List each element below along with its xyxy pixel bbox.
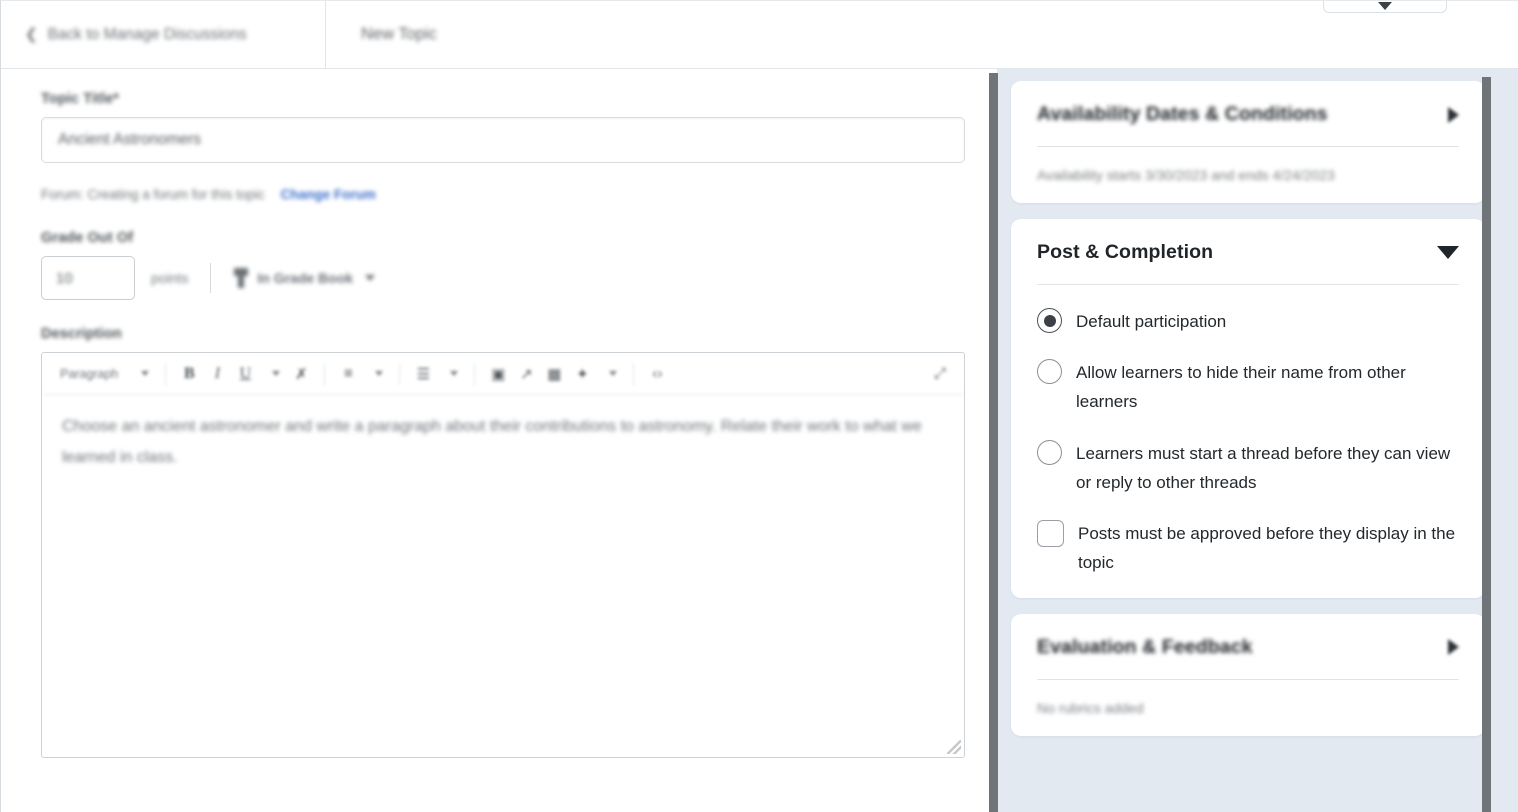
settings-side-panel: Availability Dates & Conditions Availabi… xyxy=(997,69,1518,812)
evaluation-card-title: Evaluation & Feedback xyxy=(1037,635,1253,658)
card-divider xyxy=(1037,284,1459,285)
italic-icon[interactable]: I xyxy=(203,359,231,389)
bulleted-list-icon[interactable]: ☰ xyxy=(409,359,437,389)
description-rich-text-editor[interactable]: Paragraph B I U ✗ ≡ ☰ ▣ ↗ ▦ ✦ ‹› ⤢ Choos… xyxy=(41,352,965,758)
align-caret-icon[interactable] xyxy=(362,359,390,389)
chevron-right-icon[interactable] xyxy=(1448,639,1459,656)
insert-more-icon[interactable]: ✦ xyxy=(568,359,596,389)
style-caret-icon[interactable] xyxy=(128,359,156,389)
option-must-start-thread[interactable]: Learners must start a thread before they… xyxy=(1037,439,1459,497)
evaluation-card-header[interactable]: Evaluation & Feedback xyxy=(1037,636,1459,659)
insert-more-caret-icon[interactable] xyxy=(596,359,624,389)
checkbox[interactable] xyxy=(1037,520,1064,548)
editor-toolbar: Paragraph B I U ✗ ≡ ☰ ▣ ↗ ▦ ✦ ‹› ⤢ xyxy=(42,353,964,395)
option-label: Learners must start a thread before they… xyxy=(1076,443,1451,492)
option-default-participation[interactable]: Default participation xyxy=(1037,307,1459,336)
grade-divider xyxy=(210,263,212,293)
topic-title-input[interactable]: Ancient Astronomers xyxy=(41,117,965,163)
insert-table-icon[interactable]: ▦ xyxy=(540,359,568,389)
fullscreen-icon[interactable]: ⤢ xyxy=(926,359,954,389)
toolbar-separator xyxy=(399,362,401,385)
radio-button[interactable] xyxy=(1037,359,1062,385)
post-completion-card-title: Post & Completion xyxy=(1037,241,1214,263)
chevron-down-icon[interactable] xyxy=(1437,246,1459,259)
availability-card-title: Availability Dates & Conditions xyxy=(1037,103,1328,125)
toolbar-separator xyxy=(324,362,326,385)
chevron-down-icon xyxy=(365,275,376,281)
availability-card-header[interactable]: Availability Dates & Conditions xyxy=(1037,103,1459,126)
description-editor-body[interactable]: Choose an ancient astronomer and write a… xyxy=(42,395,964,489)
page-title: New Topic xyxy=(361,25,437,43)
option-label: Posts must be approved before they displ… xyxy=(1078,524,1456,573)
left-pane-scrollbar[interactable] xyxy=(989,73,998,812)
grade-book-icon xyxy=(233,268,250,288)
radio-button[interactable] xyxy=(1037,439,1062,465)
evaluation-feedback-card[interactable]: Evaluation & Feedback No rubrics added xyxy=(1011,613,1485,736)
underline-icon[interactable]: U xyxy=(231,359,259,389)
forum-row: Forum: Creating a forum for this topic C… xyxy=(41,187,965,202)
forum-description: Forum: Creating a forum for this topic xyxy=(41,187,265,202)
back-button-label: Back to Manage Discussions xyxy=(47,25,247,43)
align-left-icon[interactable]: ≡ xyxy=(334,359,362,389)
chevron-right-icon[interactable] xyxy=(1448,106,1459,123)
option-hide-name[interactable]: Allow learners to hide their name from o… xyxy=(1037,358,1459,416)
availability-dates-card[interactable]: Availability Dates & Conditions Availabi… xyxy=(1011,81,1485,203)
availability-summary: Availability starts 3/30/2023 and ends 4… xyxy=(1037,167,1335,183)
post-completion-card: Post & Completion Default participation … xyxy=(1011,219,1485,598)
grade-row: 10 points In Grade Book xyxy=(41,256,965,300)
option-label: Default participation xyxy=(1076,312,1227,331)
paragraph-style-dropdown[interactable]: Paragraph xyxy=(52,359,128,389)
option-posts-approved[interactable]: Posts must be approved before they displ… xyxy=(1037,519,1459,577)
chevron-down-icon xyxy=(1378,2,1392,10)
back-to-manage-discussions-button[interactable]: ❮ Back to Manage Discussions xyxy=(17,1,325,68)
html-source-icon[interactable]: ‹› xyxy=(643,359,671,389)
paragraph-style-label: Paragraph xyxy=(60,366,119,381)
toolbar-separator xyxy=(633,362,635,385)
discussion-topic-editor-page: ❮ Back to Manage Discussions New Topic T… xyxy=(0,0,1518,812)
bold-icon[interactable]: B xyxy=(175,359,203,389)
card-divider xyxy=(1037,146,1459,147)
right-panel-scrollbar[interactable] xyxy=(1482,77,1491,812)
topbar: ❮ Back to Manage Discussions New Topic xyxy=(1,1,1518,69)
resize-grip-icon[interactable] xyxy=(947,740,961,754)
card-divider xyxy=(1037,678,1459,680)
topbar-action-dropdown-button[interactable] xyxy=(1323,1,1447,13)
toolbar-separator xyxy=(474,362,476,385)
points-label: points xyxy=(151,270,189,286)
change-forum-link[interactable]: Change Forum xyxy=(281,187,376,202)
toolbar-separator xyxy=(165,362,167,385)
radio-button[interactable] xyxy=(1037,308,1062,333)
underline-caret-icon[interactable] xyxy=(259,359,287,389)
in-grade-book-dropdown[interactable]: In Grade Book xyxy=(233,268,376,288)
in-grade-book-label: In Grade Book xyxy=(257,270,354,286)
grade-out-of-input[interactable]: 10 xyxy=(41,256,135,300)
description-label: Description xyxy=(41,326,122,342)
insert-image-icon[interactable]: ▣ xyxy=(484,359,512,389)
topic-form-pane: Topic Title* Ancient Astronomers Forum: … xyxy=(1,69,989,812)
grade-out-of-label: Grade Out Of xyxy=(41,230,134,246)
chevron-left-icon: ❮ xyxy=(25,26,38,43)
grade-out-of-value: 10 xyxy=(56,269,73,287)
topic-title-value: Ancient Astronomers xyxy=(58,131,202,148)
option-label: Allow learners to hide their name from o… xyxy=(1076,363,1406,412)
topbar-divider xyxy=(325,1,326,68)
post-completion-card-header[interactable]: Post & Completion xyxy=(1037,241,1459,264)
clear-formatting-icon[interactable]: ✗ xyxy=(287,359,315,389)
evaluation-summary: No rubrics added xyxy=(1037,699,1144,716)
list-caret-icon[interactable] xyxy=(437,359,465,389)
topic-title-label: Topic Title* xyxy=(41,91,120,107)
insert-link-icon[interactable]: ↗ xyxy=(512,359,540,389)
